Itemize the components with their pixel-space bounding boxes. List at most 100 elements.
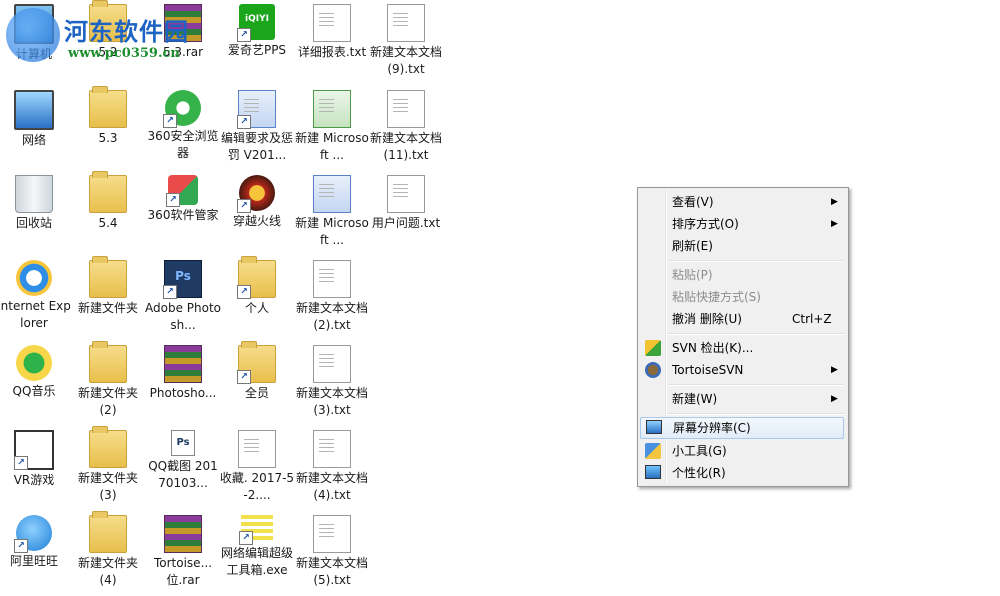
desktop-icon-folder-5-3[interactable]: 5.3	[68, 86, 148, 170]
desktop-icon-new-text-2[interactable]: 新建文本文档 (2).txt	[292, 256, 372, 340]
desktop-icon-folder-5-2[interactable]: 5.2	[68, 0, 148, 84]
menu-item-svn-checkout[interactable]: SVN 检出(K)...	[640, 337, 844, 359]
desktop-icon-photosho-rar[interactable]: Photosho...	[143, 341, 223, 425]
text-file-icon	[313, 4, 351, 42]
desktop-icon-computer[interactable]: 计算机	[0, 0, 74, 84]
desktop-icon-new-text-5[interactable]: 新建文本文档 (5).txt	[292, 511, 372, 595]
vr-game-icon: ↗	[14, 430, 54, 470]
desktop-icon-iqiyi-pps[interactable]: iQIYI ↗ 爱奇艺PPS	[217, 0, 297, 84]
excel-document-icon	[313, 90, 351, 128]
desktop-icon-vr-game[interactable]: ↗ VR游戏	[0, 426, 74, 510]
submenu-arrow-icon: ▶	[831, 219, 838, 229]
icon-label: 详细报表.txt	[297, 45, 367, 59]
desktop-icon-network-editor-toolbox[interactable]: ↗ 网络编辑超级工具箱.exe	[217, 511, 297, 595]
desktop-icon-edit-requirements[interactable]: ↗ 编辑要求及惩罚 V201...	[217, 86, 297, 170]
submenu-arrow-icon: ▶	[831, 197, 838, 207]
menu-item-label: 屏幕分辨率(C)	[673, 421, 751, 435]
icon-label: 个人	[244, 301, 269, 315]
desktop-icon-internet-explorer[interactable]: Internet Explorer	[0, 256, 74, 340]
desktop-icon-aliwangwang[interactable]: ↗ 阿里旺旺	[0, 511, 74, 595]
qq-music-icon	[16, 345, 52, 381]
folder-icon	[89, 341, 127, 383]
text-file-icon	[387, 4, 425, 42]
desktop-icon-new-excel[interactable]: 新建 Microsoft ...	[292, 86, 372, 170]
desktop-icon-adobe-photoshop[interactable]: Ps ↗ Adobe Photosh...	[143, 256, 223, 340]
desktop-icon-new-folder[interactable]: 新建文件夹	[68, 256, 148, 340]
menu-item-label: 粘贴快捷方式(S)	[672, 290, 761, 304]
desktop-icon-qq-music[interactable]: QQ音乐	[0, 341, 74, 425]
recycle-bin-icon	[15, 175, 53, 213]
menu-item-paste-shortcut[interactable]: 粘贴快捷方式(S)	[640, 286, 844, 308]
icon-label: 新建 Microsoft ...	[295, 131, 369, 162]
desktop-icon-personal[interactable]: ↗ 个人	[217, 256, 297, 340]
desktop-icon-network[interactable]: 网络	[0, 86, 74, 170]
icon-label: 新建文件夹 (2)	[77, 386, 138, 417]
icon-label: 新建 Microsoft ...	[295, 216, 369, 247]
menu-item-screen-resolution[interactable]: 屏幕分辨率(C)	[640, 417, 844, 439]
computer-icon	[14, 4, 54, 44]
desktop-icon-360-browser[interactable]: ↗ 360安全浏览器	[143, 86, 223, 170]
icon-label: 360软件管家	[147, 208, 219, 222]
menu-item-sort-by[interactable]: 排序方式(O) ▶	[640, 213, 844, 235]
text-file-icon	[313, 515, 351, 553]
icon-label: 网络	[21, 133, 46, 147]
photoshop-icon: Ps ↗	[163, 260, 202, 299]
menu-item-refresh[interactable]: 刷新(E)	[640, 235, 844, 257]
menu-item-new[interactable]: 新建(W) ▶	[640, 388, 844, 410]
desktop-icon-360-software-manager[interactable]: ↗ 360软件管家	[143, 171, 223, 255]
desktop-icon-new-word[interactable]: 新建 Microsoft ...	[292, 171, 372, 255]
menu-item-gadgets[interactable]: 小工具(G)	[640, 440, 844, 462]
menu-item-label: 撤消 删除(U)	[672, 312, 742, 326]
desktop-icon-detailed-report[interactable]: 详细报表.txt	[292, 0, 372, 84]
desktop-icon-tortoise-rar[interactable]: Tortoise... 位.rar	[143, 511, 223, 595]
desktop-icon-new-text-4[interactable]: 新建文本文档 (4).txt	[292, 426, 372, 510]
icon-label: Photosho...	[149, 386, 217, 400]
icon-label: 编辑要求及惩罚 V201...	[220, 131, 293, 162]
menu-item-label: TortoiseSVN	[672, 363, 744, 377]
desktop-icon-new-text-11[interactable]: 新建文本文档 (11).txt	[366, 86, 446, 170]
menu-item-label: 查看(V)	[672, 195, 714, 209]
menu-item-view[interactable]: 查看(V) ▶	[640, 191, 844, 213]
desktop-icon-qq-screenshot[interactable]: Ps QQ截图 20170103...	[143, 426, 223, 510]
icon-label: 新建文本文档 (5).txt	[295, 556, 368, 587]
crossfire-game-icon: ↗	[237, 175, 275, 213]
text-file-icon	[313, 260, 351, 298]
folder-shortcut-icon: ↗	[237, 341, 276, 384]
text-file-icon	[313, 345, 351, 383]
blank-file-icon	[238, 430, 276, 468]
icon-label: VR游戏	[13, 473, 55, 487]
menu-item-undo-delete[interactable]: 撤消 删除(U) Ctrl+Z	[640, 308, 844, 330]
desktop-icon-all-members[interactable]: ↗ 全员	[217, 341, 297, 425]
icon-label: 5.2	[98, 45, 118, 59]
desktop-icon-folder-5-4[interactable]: 5.4	[68, 171, 148, 255]
desktop-icon-rar-5-3[interactable]: 5.3.rar	[143, 0, 223, 84]
icon-label: 新建文本文档 (2).txt	[295, 301, 368, 332]
desktop-icon-new-folder-3[interactable]: 新建文件夹 (3)	[68, 426, 148, 510]
desktop-icon-user-questions[interactable]: 用户问题.txt	[366, 171, 446, 255]
word-document-icon: ↗	[237, 90, 276, 129]
menu-item-tortoisesvn[interactable]: TortoiseSVN ▶	[640, 359, 844, 381]
icon-label: 用户问题.txt	[371, 216, 441, 230]
text-file-icon	[313, 430, 351, 468]
menu-separator	[668, 413, 844, 415]
360-software-manager-icon: ↗	[166, 175, 198, 207]
desktop-icon-new-folder-2[interactable]: 新建文件夹 (2)	[68, 341, 148, 425]
internet-explorer-icon	[16, 260, 52, 296]
desktop[interactable]: 计算机 网络 回收站 Internet Explorer QQ音乐 ↗ VR游戏…	[0, 0, 1000, 596]
menu-item-label: 粘贴(P)	[672, 268, 713, 282]
desktop-icon-crossfire[interactable]: ↗ 穿越火线	[217, 171, 297, 255]
menu-item-personalize[interactable]: 个性化(R)	[640, 462, 844, 484]
desktop-icon-favorite[interactable]: 收藏. 2017-5-2....	[217, 426, 297, 510]
icon-label: 新建文件夹 (4)	[77, 556, 138, 587]
menu-item-paste[interactable]: 粘贴(P)	[640, 264, 844, 286]
icon-label: 收藏. 2017-5-2....	[219, 471, 295, 502]
icon-label: QQ截图 20170103...	[148, 459, 218, 490]
icon-label: 计算机	[15, 47, 52, 61]
icon-label: Adobe Photosh...	[145, 301, 222, 332]
folder-icon	[89, 256, 127, 298]
menu-separator	[668, 333, 844, 335]
desktop-icon-new-folder-4[interactable]: 新建文件夹 (4)	[68, 511, 148, 595]
desktop-icon-recycle-bin[interactable]: 回收站	[0, 171, 74, 255]
desktop-icon-new-text-9[interactable]: 新建文本文档 (9).txt	[366, 0, 446, 84]
desktop-icon-new-text-3[interactable]: 新建文本文档 (3).txt	[292, 341, 372, 425]
